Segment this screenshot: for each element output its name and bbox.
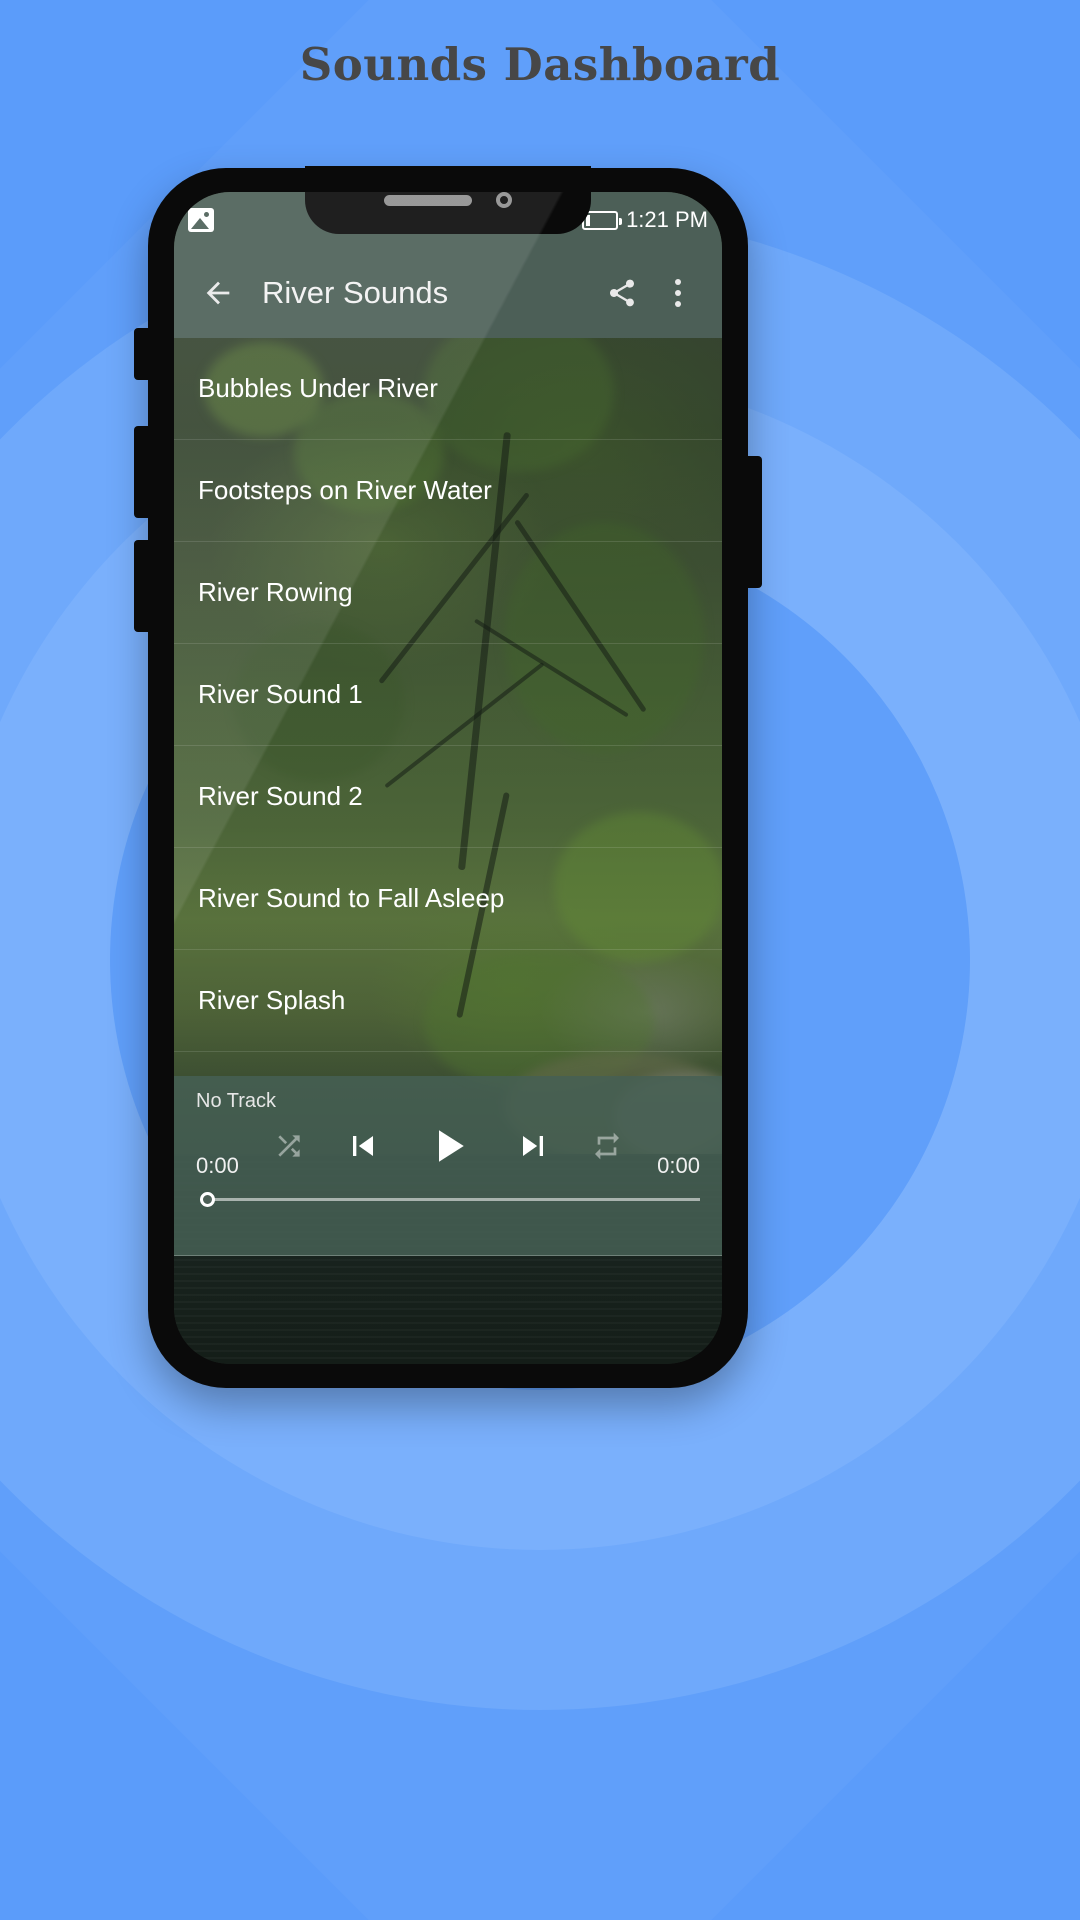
status-bar-left bbox=[188, 208, 214, 232]
share-icon bbox=[610, 279, 634, 307]
phone-volume-up-button[interactable] bbox=[134, 426, 148, 518]
skip-previous-icon bbox=[353, 1136, 373, 1156]
phone-mute-switch[interactable] bbox=[134, 328, 148, 380]
previous-button[interactable] bbox=[343, 1126, 383, 1166]
back-button[interactable] bbox=[190, 265, 246, 321]
play-button[interactable] bbox=[421, 1119, 475, 1173]
list-item[interactable]: Bubbles Under River bbox=[174, 338, 722, 440]
seek-bar-thumb[interactable] bbox=[200, 1192, 215, 1207]
skip-next-icon bbox=[523, 1136, 543, 1156]
list-item-label: River Sound 2 bbox=[198, 781, 363, 811]
earpiece-speaker bbox=[384, 194, 472, 206]
overflow-menu-button[interactable] bbox=[650, 265, 706, 321]
app-bar: River Sounds bbox=[174, 248, 722, 338]
next-button[interactable] bbox=[513, 1126, 553, 1166]
list-item[interactable]: Footsteps on River Water bbox=[174, 440, 722, 542]
seek-bar-track bbox=[210, 1198, 700, 1201]
elapsed-time-label: 0:00 bbox=[196, 1153, 239, 1178]
sound-list[interactable]: Bubbles Under River Footsteps on River W… bbox=[174, 338, 722, 1134]
phone-screen: 9% 1:21 PM River Sounds bbox=[174, 192, 722, 1364]
phone-notch bbox=[305, 166, 591, 234]
page-title: Sounds Dashboard bbox=[299, 38, 781, 91]
app-bar-title: River Sounds bbox=[262, 275, 449, 310]
player-controls: 0:00 0:00 bbox=[196, 1109, 700, 1183]
repeat-button[interactable] bbox=[591, 1130, 623, 1162]
repeat-icon bbox=[595, 1132, 619, 1160]
play-icon bbox=[439, 1130, 464, 1162]
clock-label: 1:21 PM bbox=[626, 207, 708, 232]
list-item-label: River Sound 1 bbox=[198, 679, 363, 709]
list-item[interactable]: River Sound to Fall Asleep bbox=[174, 848, 722, 950]
list-item[interactable]: River Rowing bbox=[174, 542, 722, 644]
list-item[interactable]: River Splash bbox=[174, 950, 722, 1052]
list-item-label: River Splash bbox=[198, 985, 346, 1015]
phone-power-button[interactable] bbox=[748, 456, 762, 588]
total-time-label: 0:00 bbox=[657, 1153, 700, 1178]
phone-volume-down-button[interactable] bbox=[134, 540, 148, 632]
list-item-label: River Rowing bbox=[198, 577, 353, 607]
image-icon bbox=[188, 208, 214, 232]
list-item[interactable]: River Sound 2 bbox=[174, 746, 722, 848]
share-button[interactable] bbox=[594, 265, 650, 321]
app-screen: 9% 1:21 PM River Sounds bbox=[174, 192, 722, 1364]
list-item-label: River Sound to Fall Asleep bbox=[198, 883, 505, 913]
shuffle-button[interactable] bbox=[273, 1130, 305, 1162]
list-item-label: Footsteps on River Water bbox=[198, 475, 492, 505]
arrow-left-icon bbox=[206, 281, 230, 305]
phone-mockup: 9% 1:21 PM River Sounds bbox=[134, 166, 762, 1388]
player-panel: No Track 0:00 0:00 bbox=[174, 1076, 722, 1256]
shuffle-icon bbox=[278, 1135, 300, 1157]
front-camera bbox=[496, 192, 512, 208]
list-item[interactable]: River Sound 1 bbox=[174, 644, 722, 746]
seek-bar[interactable] bbox=[196, 1185, 700, 1215]
list-item-label: Bubbles Under River bbox=[198, 373, 438, 403]
player-divider bbox=[174, 1255, 722, 1256]
more-vertical-icon bbox=[675, 279, 681, 307]
